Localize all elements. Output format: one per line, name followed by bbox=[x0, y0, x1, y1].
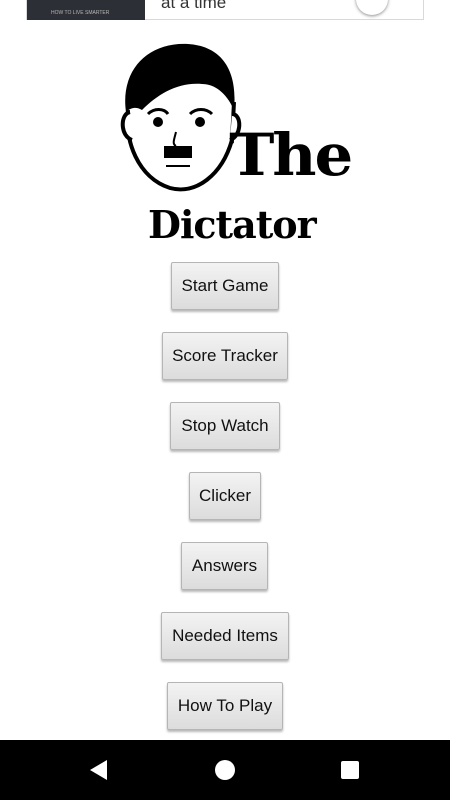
ad-banner[interactable]: HOW TO LIVE SMARTER at a time bbox=[26, 0, 424, 20]
ad-action-button[interactable] bbox=[356, 0, 388, 15]
logo-title-dictator: Dictator bbox=[148, 202, 317, 247]
score-tracker-label: Score Tracker bbox=[172, 346, 278, 365]
start-game-label: Start Game bbox=[181, 276, 269, 295]
stop-watch-label: Stop Watch bbox=[181, 416, 269, 435]
system-navigation-bar bbox=[0, 740, 450, 800]
needed-items-label: Needed Items bbox=[172, 626, 278, 645]
start-game-button[interactable]: Start Game bbox=[171, 262, 279, 310]
needed-items-button[interactable]: Needed Items bbox=[161, 612, 289, 660]
ad-text: at a time bbox=[161, 0, 227, 12]
back-triangle-icon[interactable] bbox=[90, 760, 107, 780]
logo-title-the: The bbox=[229, 121, 353, 189]
stop-watch-button[interactable]: Stop Watch bbox=[170, 402, 280, 450]
home-circle-icon[interactable] bbox=[215, 760, 235, 780]
how-to-play-button[interactable]: How To Play bbox=[167, 682, 283, 730]
clicker-button[interactable]: Clicker bbox=[189, 472, 261, 520]
answers-button[interactable]: Answers bbox=[181, 542, 268, 590]
clicker-label: Clicker bbox=[199, 486, 251, 505]
app-logo: The Dictator bbox=[118, 40, 353, 250]
how-to-play-label: How To Play bbox=[177, 696, 273, 715]
ad-thumbnail[interactable]: HOW TO LIVE SMARTER bbox=[27, 0, 145, 20]
ad-thumbnail-caption: HOW TO LIVE SMARTER bbox=[51, 10, 110, 16]
recents-square-icon[interactable] bbox=[341, 761, 359, 779]
score-tracker-button[interactable]: Score Tracker bbox=[162, 332, 288, 380]
answers-label: Answers bbox=[191, 556, 258, 575]
